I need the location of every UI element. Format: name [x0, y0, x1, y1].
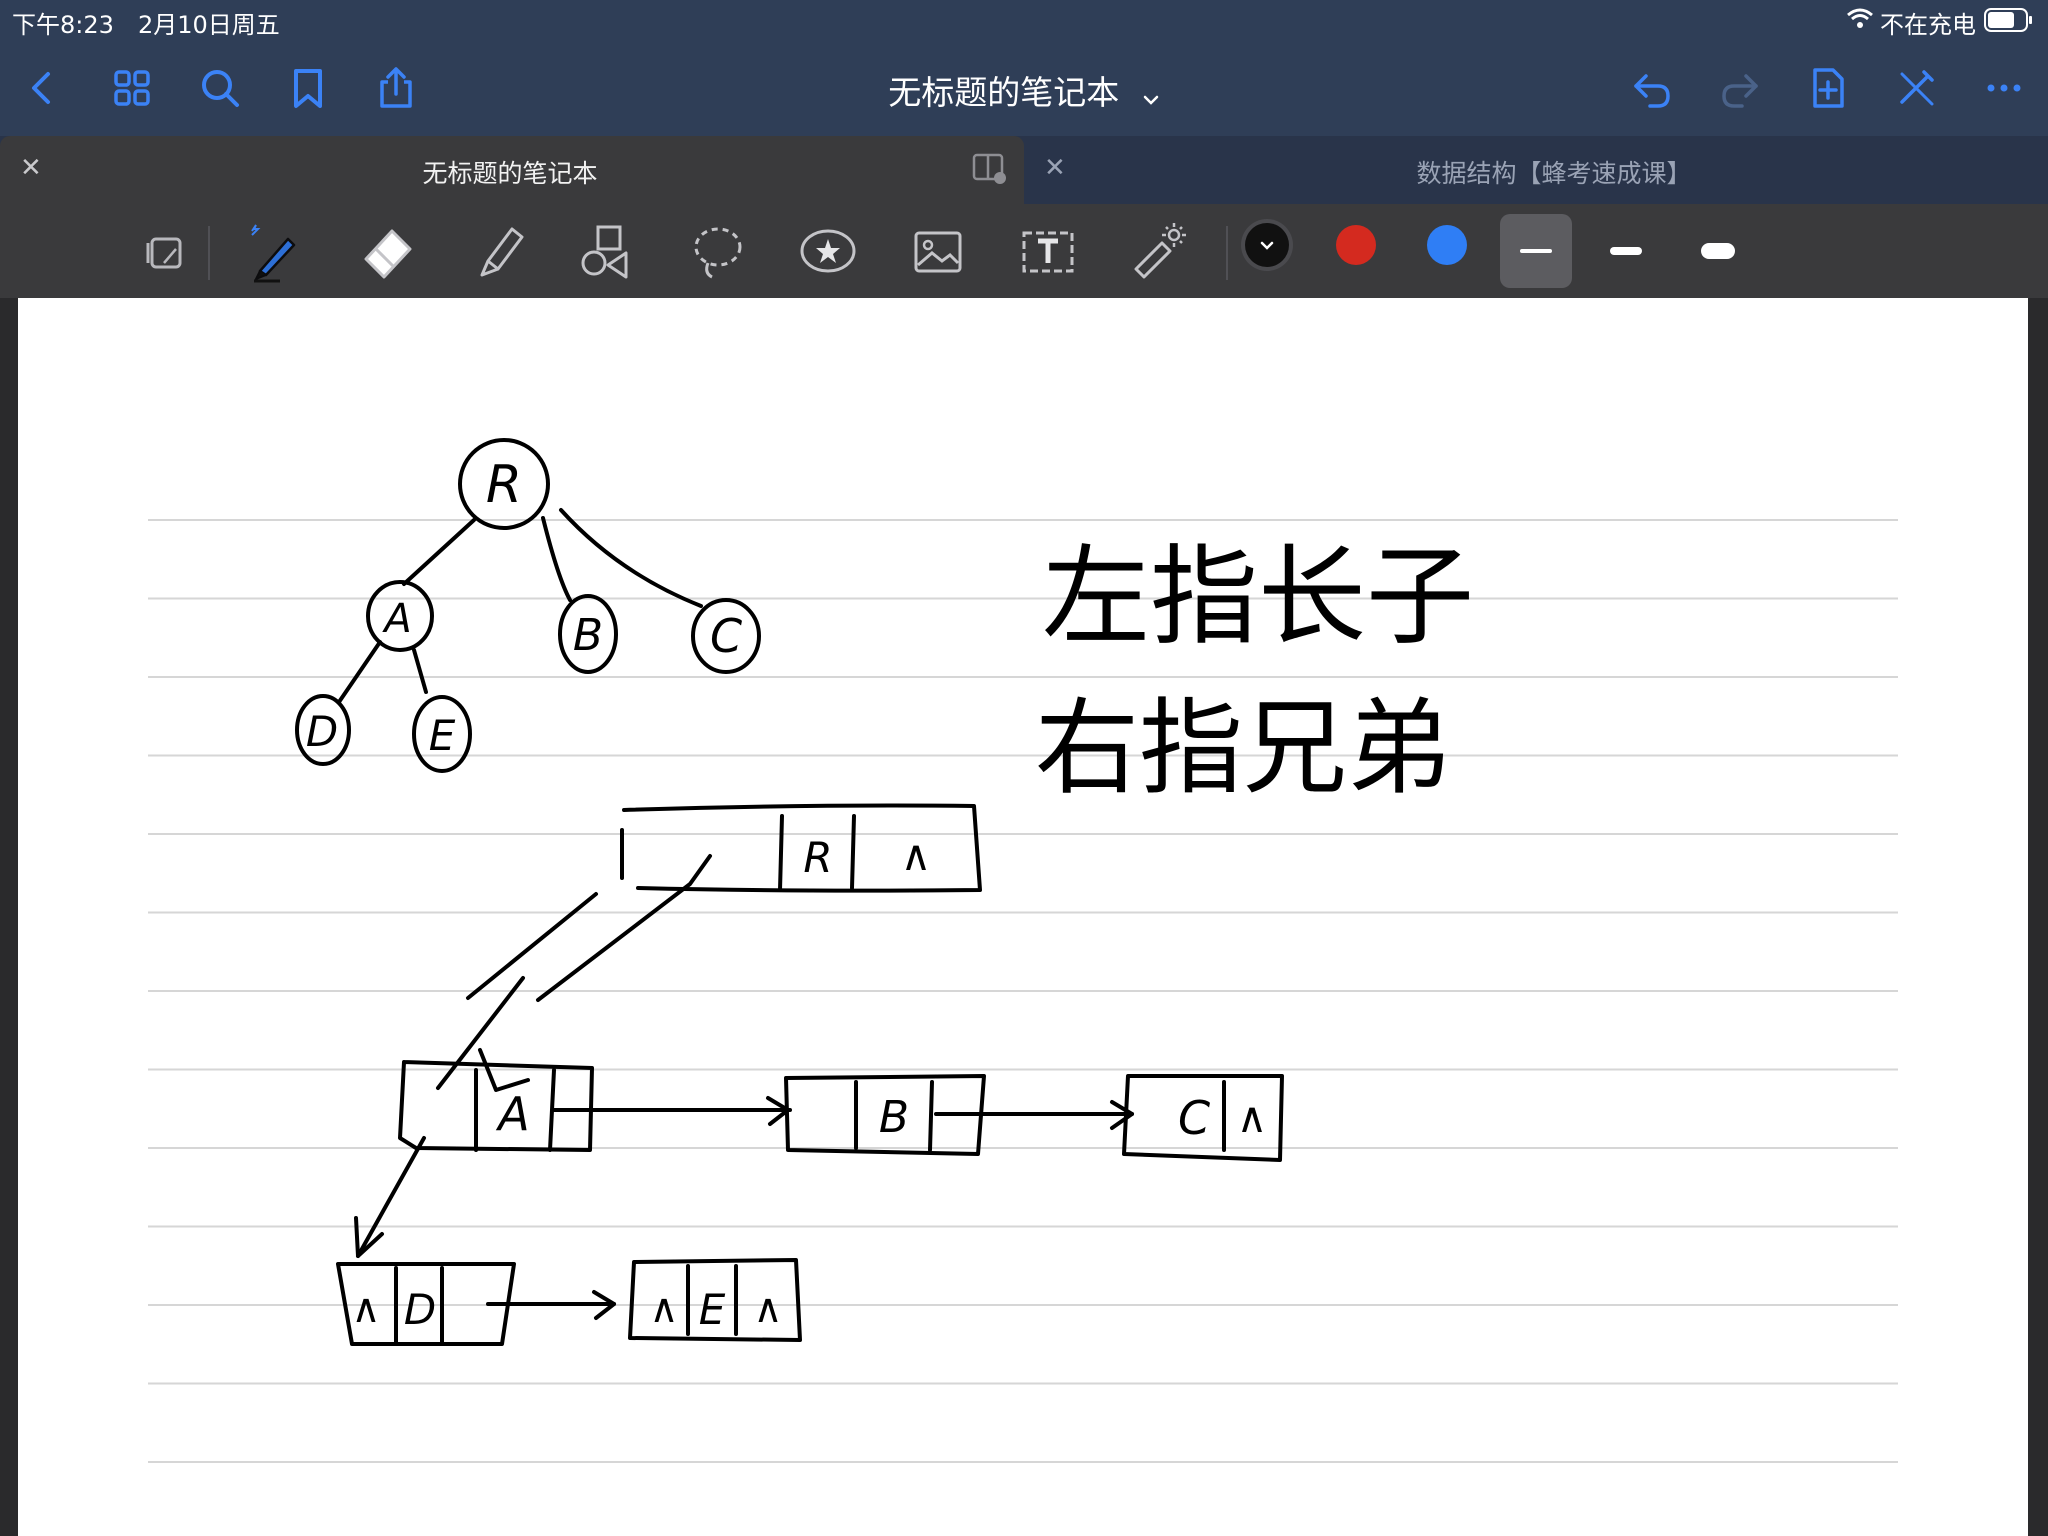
rule-left-child: 左指长子	[1042, 535, 1474, 660]
sticker-icon[interactable]	[790, 214, 866, 288]
image-icon[interactable]	[900, 214, 976, 288]
tree-edge	[541, 516, 572, 602]
add-page-icon[interactable]	[1800, 60, 1856, 116]
cell-a: A	[495, 1087, 529, 1141]
cell-c: C	[1178, 1091, 1210, 1145]
text-box-icon[interactable]	[1010, 214, 1086, 288]
nav-bar: 无标题的笔记本	[0, 40, 2048, 136]
pen-off-icon[interactable]	[1888, 60, 1944, 116]
status-bar: 下午8:23 2月10日周五 不在充电	[0, 0, 2048, 40]
wifi-icon	[1846, 6, 1874, 36]
cell-null: ∧	[1237, 1093, 1268, 1142]
split-view-icon[interactable]	[972, 152, 1008, 190]
tab-bar: ✕ 无标题的笔记本 ✕ 数据结构【蜂考速成课】	[0, 136, 2048, 204]
laser-pointer-icon[interactable]	[1120, 214, 1196, 288]
stroke-medium-sample	[1610, 247, 1642, 255]
tree-edge	[402, 518, 476, 586]
eraser-icon[interactable]	[350, 214, 426, 288]
cell-null: ∧	[753, 1286, 782, 1332]
status-date: 2月10日周五	[138, 11, 280, 39]
node-label-c: C	[710, 609, 742, 663]
cell-null: ∧	[901, 831, 932, 880]
color-swatch-black[interactable]	[1245, 223, 1289, 267]
undo-icon[interactable]	[1624, 60, 1680, 116]
pen-icon[interactable]	[234, 214, 310, 288]
record-a-box	[398, 1060, 594, 1152]
node-label-b: B	[573, 610, 603, 661]
tab-close-icon[interactable]: ✕	[20, 153, 42, 183]
tree-edge	[337, 640, 382, 704]
stroke-thick-sample	[1701, 243, 1735, 259]
cell-r: R	[803, 833, 832, 882]
stroke-width-thin[interactable]	[1500, 214, 1572, 288]
cell-null: ∧	[351, 1286, 380, 1332]
tree-edge	[412, 648, 428, 694]
color-swatch-blue[interactable]	[1427, 225, 1467, 265]
chevron-down-icon	[1142, 75, 1160, 114]
tab-notebook[interactable]: ✕ 无标题的笔记本	[0, 136, 1024, 204]
read-mode-icon[interactable]	[128, 214, 204, 288]
handwritten-text: R A B C D E 左指长子 右指兄弟 R ∧ A B C ∧ ∧ D ∧ …	[306, 455, 1474, 1334]
status-time: 下午8:23	[12, 11, 114, 39]
rule-right-sibling: 右指兄弟	[1035, 687, 1451, 809]
notebook-title-text: 无标题的笔记本	[888, 73, 1120, 112]
color-swatch-red[interactable]	[1336, 225, 1376, 265]
toolbar-divider	[1226, 226, 1228, 280]
cell-d: D	[404, 1285, 436, 1334]
stroke-thin-sample	[1520, 249, 1552, 253]
cell-e: E	[699, 1285, 726, 1334]
cell-b: B	[879, 1092, 909, 1143]
pointer-arrow	[356, 1136, 426, 1258]
stroke-width-thick[interactable]	[1682, 214, 1754, 288]
stroke-width-medium[interactable]	[1590, 214, 1662, 288]
battery-icon	[1984, 8, 2034, 36]
toolbar-divider	[208, 226, 210, 280]
notebook-page[interactable]: R A B C D E 左指长子 右指兄弟 R ∧ A B C ∧ ∧ D ∧ …	[18, 298, 2028, 1536]
tab-close-icon[interactable]: ✕	[1044, 153, 1066, 183]
tab-title: 无标题的笔记本	[422, 159, 598, 188]
node-label-r: R	[486, 455, 522, 515]
tree-edge	[559, 508, 703, 608]
shapes-icon[interactable]	[570, 214, 646, 288]
handwriting-canvas[interactable]: R A B C D E 左指长子 右指兄弟 R ∧ A B C ∧ ∧ D ∧ …	[18, 298, 2028, 1536]
drawing-toolbar	[0, 204, 2048, 298]
node-label-e: E	[429, 711, 456, 760]
highlighter-icon[interactable]	[460, 214, 536, 288]
node-label-d: D	[306, 707, 338, 756]
charging-status: 不在充电	[1880, 11, 1976, 39]
more-icon[interactable]	[1976, 60, 2032, 116]
node-label-a: A	[381, 596, 411, 642]
redo-icon[interactable]	[1712, 60, 1768, 116]
lasso-icon[interactable]	[680, 214, 756, 288]
cell-null: ∧	[649, 1286, 678, 1332]
tab-data-structures[interactable]: ✕ 数据结构【蜂考速成课】	[1024, 136, 2048, 204]
tab-title: 数据结构【蜂考速成课】	[1416, 159, 1692, 188]
